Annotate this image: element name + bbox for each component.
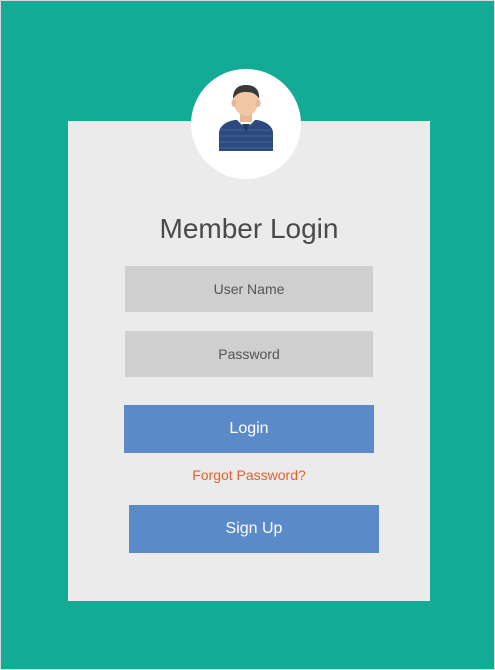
page-title: Member Login: [159, 213, 339, 244]
password-input[interactable]: [125, 331, 373, 377]
username-input[interactable]: [125, 266, 373, 312]
signup-button[interactable]: Sign Up: [129, 505, 379, 553]
login-page: Member Login Login Forgot Password? Sign…: [0, 0, 495, 670]
login-button[interactable]: Login: [124, 405, 374, 453]
user-avatar-icon: [219, 85, 273, 151]
forgot-password-link[interactable]: Forgot Password?: [68, 465, 430, 485]
avatar: [191, 69, 301, 179]
